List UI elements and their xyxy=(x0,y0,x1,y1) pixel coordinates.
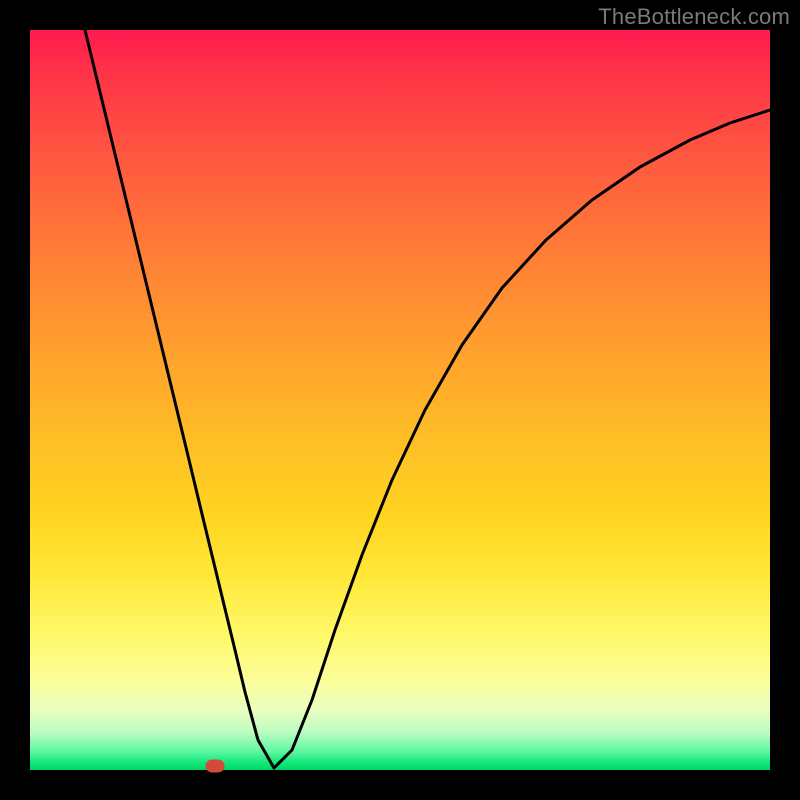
bottleneck-curve xyxy=(30,30,770,770)
plot-area xyxy=(30,30,770,770)
chart-frame: TheBottleneck.com xyxy=(0,0,800,800)
watermark-text: TheBottleneck.com xyxy=(598,4,790,30)
minimum-point-marker xyxy=(206,760,225,773)
curve-path xyxy=(85,30,770,768)
